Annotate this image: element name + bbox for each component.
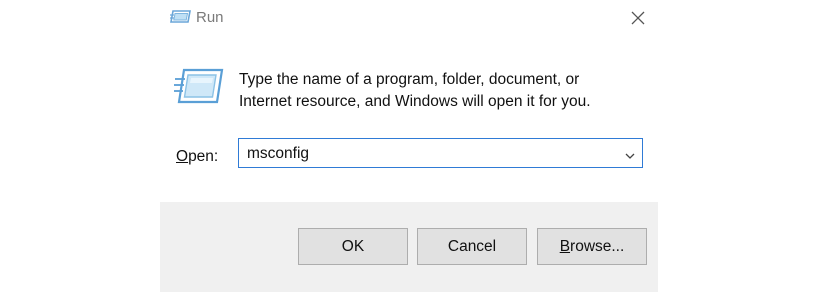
dialog-description: Type the name of a program, folder, docu… (239, 69, 649, 113)
open-combobox[interactable]: msconfig (238, 138, 643, 168)
close-icon (631, 11, 645, 25)
description-line-1: Type the name of a program, folder, docu… (239, 71, 580, 88)
chevron-down-icon (625, 153, 635, 159)
dropdown-button[interactable] (624, 148, 636, 159)
open-label: Open: (176, 148, 218, 166)
run-dialog-icon (174, 66, 226, 110)
open-label-text: pen: (188, 148, 219, 165)
cancel-button[interactable]: Cancel (417, 228, 527, 265)
title-bar[interactable]: Run (160, 0, 658, 36)
open-input[interactable]: msconfig (247, 145, 309, 163)
browse-button[interactable]: Browse... (537, 228, 647, 265)
window-title: Run (196, 9, 224, 26)
run-app-icon (170, 9, 192, 25)
browse-accelerator: B (559, 238, 571, 255)
dialog-content: Type the name of a program, folder, docu… (160, 36, 658, 202)
screen: Run Type the name of a program, folder, … (0, 0, 840, 292)
description-line-2: Internet resource, and Windows will open… (239, 93, 591, 110)
run-dialog: Run Type the name of a program, folder, … (160, 0, 658, 292)
ok-button[interactable]: OK (298, 228, 408, 265)
open-label-accelerator: O (176, 148, 189, 165)
close-button[interactable] (626, 6, 650, 30)
browse-label: rowse... (570, 238, 625, 255)
button-bar: OK Cancel Browse... (160, 202, 658, 292)
